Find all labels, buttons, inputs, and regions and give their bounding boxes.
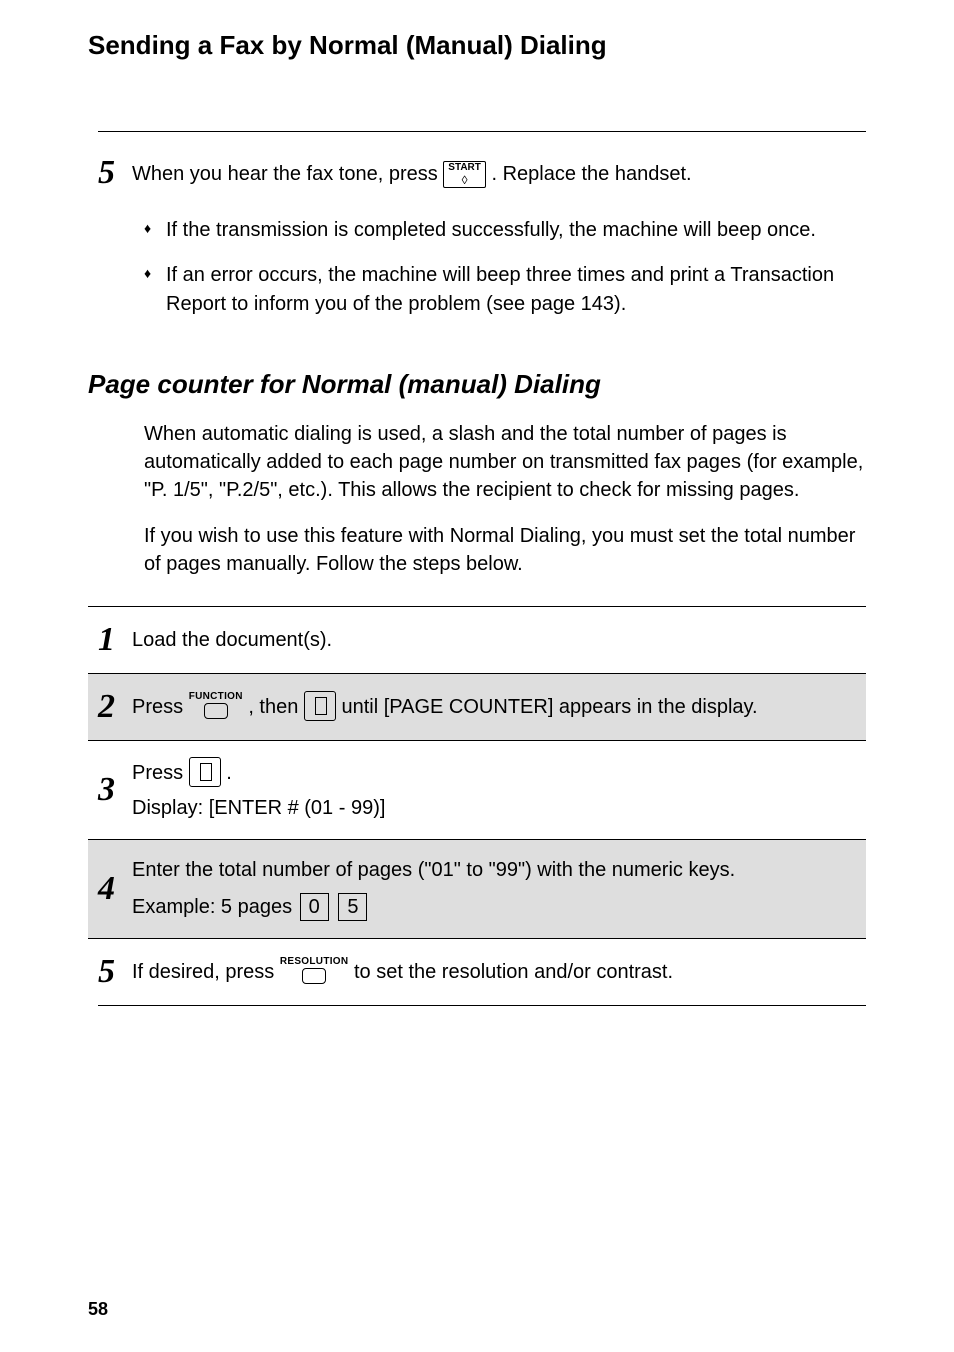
step-text: Enter the total number of pages ("01" to…: [132, 856, 856, 885]
function-key-icon: FUNCTION: [189, 692, 243, 723]
step-text: When you hear the fax tone, press: [132, 163, 443, 185]
right-arrow-key-icon: [189, 757, 221, 787]
display-line: Display: [ENTER # (01 - 99)]: [132, 794, 856, 823]
step-text: until [PAGE COUNTER] appears in the disp…: [341, 696, 757, 718]
step-number: 4: [98, 872, 132, 906]
bullet-item: If the transmission is completed success…: [144, 216, 866, 245]
step-text: If desired, press: [132, 960, 280, 982]
step-text: Press: [132, 696, 189, 718]
bullet-list: If the transmission is completed success…: [144, 216, 866, 319]
right-arrow-key-icon: [304, 691, 336, 721]
divider: [98, 131, 866, 132]
divider: [98, 1005, 866, 1006]
table-row: 2 Press FUNCTION , then until [PAGE COUN…: [88, 673, 866, 740]
numeric-key-0-icon: 0: [300, 893, 329, 921]
paragraph: If you wish to use this feature with Nor…: [144, 522, 866, 578]
page-number: 58: [88, 1299, 108, 1320]
resolution-key-label: RESOLUTION: [280, 957, 349, 967]
step-number: 1: [98, 623, 132, 657]
table-row: 5 If desired, press RESOLUTION to set th…: [88, 938, 866, 1005]
table-row: 4 Enter the total number of pages ("01" …: [88, 839, 866, 938]
step-text: .: [226, 762, 232, 784]
bullet-item: If an error occurs, the machine will bee…: [144, 261, 866, 319]
step-text: , then: [248, 696, 304, 718]
step-number: 2: [98, 690, 132, 724]
start-key-label: START: [448, 162, 481, 173]
step-text: to set the resolution and/or contrast.: [354, 960, 673, 982]
step-text: Press: [132, 762, 189, 784]
example-prefix: Example: 5 pages: [132, 896, 298, 918]
section-title: Sending a Fax by Normal (Manual) Dialing: [88, 30, 866, 61]
step-text-after: . Replace the handset.: [491, 163, 691, 185]
subheading-page-counter: Page counter for Normal (manual) Dialing: [88, 369, 866, 400]
paragraph: When automatic dialing is used, a slash …: [144, 420, 866, 504]
table-row: 3 Press . Display: [ENTER # (01 - 99)]: [88, 740, 866, 839]
start-key-symbol: ◊: [448, 174, 481, 187]
resolution-key-icon: RESOLUTION: [280, 957, 349, 988]
steps-table: 1 Load the document(s). 2 Press FUNCTION…: [88, 606, 866, 1006]
step-number: 5: [98, 156, 132, 190]
table-row: 1 Load the document(s).: [88, 606, 866, 673]
numeric-key-5-icon: 5: [338, 893, 367, 921]
step-number: 5: [98, 955, 132, 989]
step-number: 3: [98, 773, 132, 807]
function-key-label: FUNCTION: [189, 692, 243, 702]
step-5-top: 5 When you hear the fax tone, press STAR…: [88, 146, 866, 200]
start-key-icon: START ◊: [443, 161, 486, 188]
step-text: Load the document(s).: [132, 626, 856, 655]
